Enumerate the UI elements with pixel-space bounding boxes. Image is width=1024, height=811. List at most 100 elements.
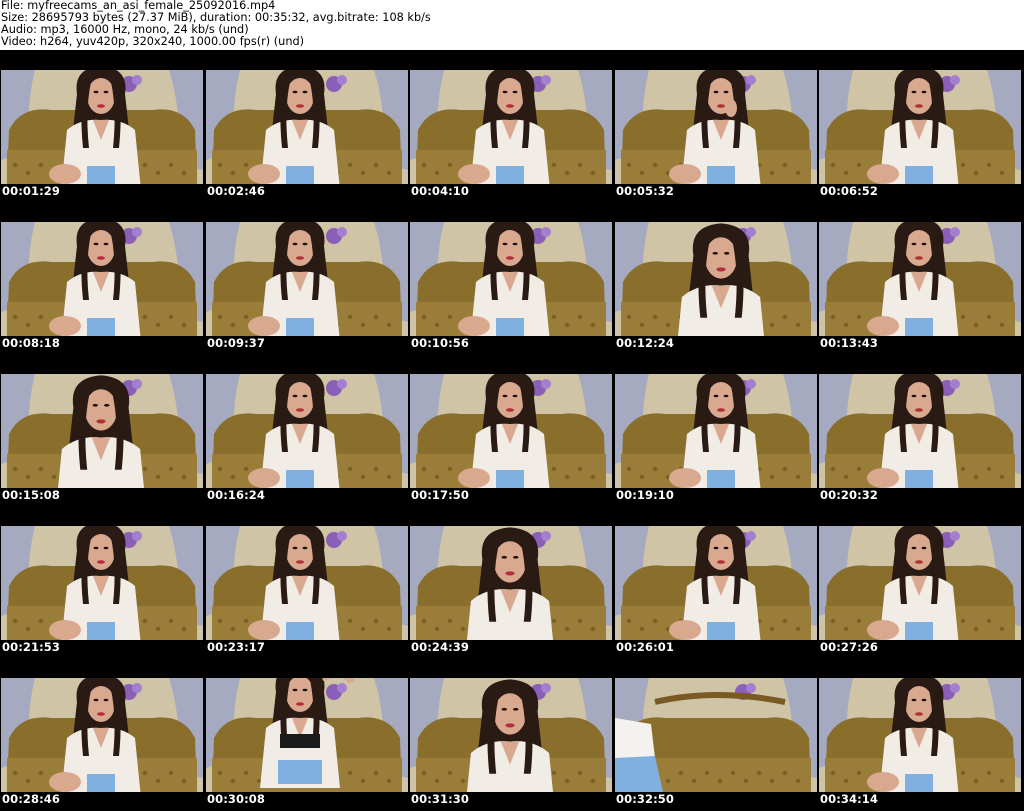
timestamp-label: 00:26:01	[616, 640, 675, 654]
timestamp-label: 00:13:43	[820, 336, 879, 350]
timestamp-label: 00:31:30	[411, 792, 470, 806]
thumbnail-frame	[615, 374, 817, 488]
thumbnail-image	[206, 374, 408, 488]
thumbnail-frame	[819, 222, 1021, 336]
timestamp-label: 00:04:10	[411, 184, 470, 198]
thumbnail-image	[615, 374, 817, 488]
thumbnail-20: 00:27:26	[818, 506, 1022, 658]
timestamp-label: 00:05:32	[616, 184, 675, 198]
timestamp-label: 00:27:26	[820, 640, 879, 654]
timestamp-label: 00:10:56	[411, 336, 470, 350]
thumbnail-25: 00:34:14	[818, 658, 1022, 810]
thumbnail-17: 00:23:17	[205, 506, 409, 658]
thumbnail-image	[1, 526, 203, 640]
timestamp-label: 00:23:17	[207, 640, 266, 654]
thumbnail-image	[1, 70, 203, 184]
thumbnail-5: 00:06:52	[818, 50, 1022, 202]
thumbnail-frame	[615, 678, 817, 792]
thumbnail-10: 00:13:43	[818, 202, 1022, 354]
thumbnail-image	[615, 70, 817, 184]
thumbnail-frame	[206, 70, 408, 184]
thumbnail-16: 00:21:53	[0, 506, 204, 658]
timestamp-label: 00:34:14	[820, 792, 879, 806]
timestamp-label: 00:16:24	[207, 488, 266, 502]
timestamp-label: 00:19:10	[616, 488, 675, 502]
thumbnail-image	[410, 374, 612, 488]
thumbnail-image	[410, 526, 612, 640]
thumbnail-image	[410, 70, 612, 184]
thumbnail-image	[1, 374, 203, 488]
thumbnail-image	[410, 678, 612, 792]
thumbnail-frame	[1, 374, 203, 488]
thumbnail-image	[1, 222, 203, 336]
thumbnail-9: 00:12:24	[614, 202, 818, 354]
thumbnail-frame	[819, 678, 1021, 792]
thumbnail-19: 00:26:01	[614, 506, 818, 658]
thumbnail-12: 00:16:24	[205, 354, 409, 506]
timestamp-label: 00:30:08	[207, 792, 266, 806]
file-info-header: File: myfreecams_an_asi_female_25092016.…	[0, 0, 1024, 50]
timestamp-label: 00:06:52	[820, 184, 879, 198]
thumbnail-frame	[206, 222, 408, 336]
thumbnail-8: 00:10:56	[409, 202, 613, 354]
thumbnail-frame	[1, 678, 203, 792]
thumbnail-6: 00:08:18	[0, 202, 204, 354]
thumbnail-image	[615, 222, 817, 336]
thumbnail-image	[615, 678, 817, 792]
thumbnail-frame	[410, 222, 612, 336]
thumbnail-image	[819, 526, 1021, 640]
thumbnail-image	[615, 526, 817, 640]
thumbnail-frame	[615, 526, 817, 640]
timestamp-label: 00:24:39	[411, 640, 470, 654]
thumbnail-13: 00:17:50	[409, 354, 613, 506]
thumbnail-21: 00:28:46	[0, 658, 204, 810]
thumbnail-image	[819, 678, 1021, 792]
thumbnail-image	[819, 222, 1021, 336]
thumbnail-22: 00:30:08	[205, 658, 409, 810]
thumbnail-frame	[206, 526, 408, 640]
thumbnail-image	[410, 222, 612, 336]
thumbnail-frame	[410, 70, 612, 184]
thumbnail-15: 00:20:32	[818, 354, 1022, 506]
thumbnail-4: 00:05:32	[614, 50, 818, 202]
thumbnail-1: 00:01:29	[0, 50, 204, 202]
thumbnail-frame	[410, 678, 612, 792]
thumbnail-2: 00:02:46	[205, 50, 409, 202]
thumbnail-frame	[1, 526, 203, 640]
thumbnail-7: 00:09:37	[205, 202, 409, 354]
thumbnail-24: 00:32:50	[614, 658, 818, 810]
video-info-line: Video: h264, yuv420p, 320x240, 1000.00 f…	[1, 35, 305, 48]
thumbnail-image	[1, 678, 203, 792]
timestamp-label: 00:02:46	[207, 184, 266, 198]
thumbnail-frame	[206, 374, 408, 488]
timestamp-label: 00:09:37	[207, 336, 266, 350]
thumbnail-frame	[615, 70, 817, 184]
timestamp-label: 00:12:24	[616, 336, 675, 350]
thumbnail-image	[206, 526, 408, 640]
thumbnail-14: 00:19:10	[614, 354, 818, 506]
thumbnail-18: 00:24:39	[409, 506, 613, 658]
timestamp-label: 00:28:46	[2, 792, 61, 806]
thumbnail-image	[206, 70, 408, 184]
thumbnail-image	[206, 222, 408, 336]
thumbnail-frame	[410, 374, 612, 488]
thumbnail-frame	[206, 678, 408, 792]
timestamp-label: 00:15:08	[2, 488, 61, 502]
thumbnail-image	[819, 70, 1021, 184]
thumbnail-frame	[819, 374, 1021, 488]
timestamp-label: 00:21:53	[2, 640, 61, 654]
thumbnail-3: 00:04:10	[409, 50, 613, 202]
timestamp-label: 00:17:50	[411, 488, 470, 502]
thumbnail-frame	[1, 222, 203, 336]
thumbnail-grid: 00:01:29 00:02:46 00:04:10 00:05:32 00:06:52…	[0, 50, 1024, 811]
timestamp-label: 00:08:18	[2, 336, 61, 350]
thumbnail-frame	[410, 526, 612, 640]
thumbnail-frame	[819, 70, 1021, 184]
thumbnail-image	[206, 678, 408, 792]
thumbnail-frame	[819, 526, 1021, 640]
thumbnail-23: 00:31:30	[409, 658, 613, 810]
thumbnail-image	[819, 374, 1021, 488]
thumbnail-frame	[615, 222, 817, 336]
timestamp-label: 00:01:29	[2, 184, 61, 198]
thumbnail-11: 00:15:08	[0, 354, 204, 506]
